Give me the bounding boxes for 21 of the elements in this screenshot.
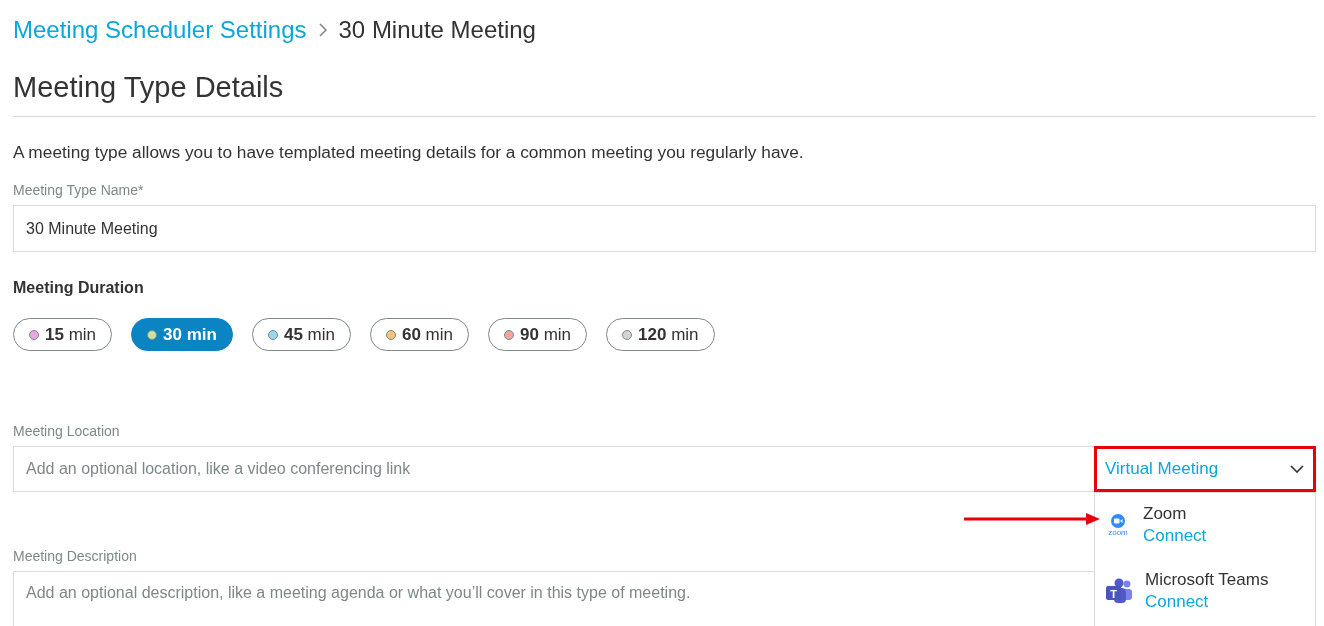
duration-chip[interactable]: 120 min bbox=[606, 318, 715, 351]
field-label: Meeting Location bbox=[13, 422, 121, 440]
chevron-right-icon bbox=[318, 23, 327, 37]
page-title: Meeting Type Details bbox=[13, 70, 285, 105]
field-label: Meeting Description bbox=[13, 547, 138, 565]
intro-text: A meeting type allows you to have templated meeting details for a common meeting you regularly have. bbox=[13, 141, 805, 163]
duration-chip[interactable]: 30 min bbox=[131, 318, 233, 351]
logo-wordmark: zoom bbox=[1108, 528, 1128, 537]
breadcrumb-current: 30 Minute Meeting bbox=[338, 16, 536, 44]
location-field[interactable]: Add an optional location, like a video conferencing link bbox=[13, 446, 1094, 492]
duration-chip[interactable]: 90 min bbox=[488, 318, 588, 351]
chevron-down-icon bbox=[1290, 465, 1304, 473]
name-field[interactable]: 30 Minute Meeting bbox=[13, 205, 1316, 252]
service-name: Zoom bbox=[1143, 505, 1188, 523]
section-label: Meeting Duration bbox=[13, 278, 145, 298]
duration-chip[interactable]: 45 min bbox=[251, 318, 351, 351]
duration-chip[interactable]: 15 min bbox=[13, 318, 113, 351]
video-camera-icon bbox=[1111, 513, 1125, 528]
duration-chip[interactable]: 60 min bbox=[369, 318, 469, 351]
field-label: Meeting Type Name* bbox=[13, 181, 145, 199]
service-name: Microsoft Teams bbox=[1145, 571, 1269, 589]
